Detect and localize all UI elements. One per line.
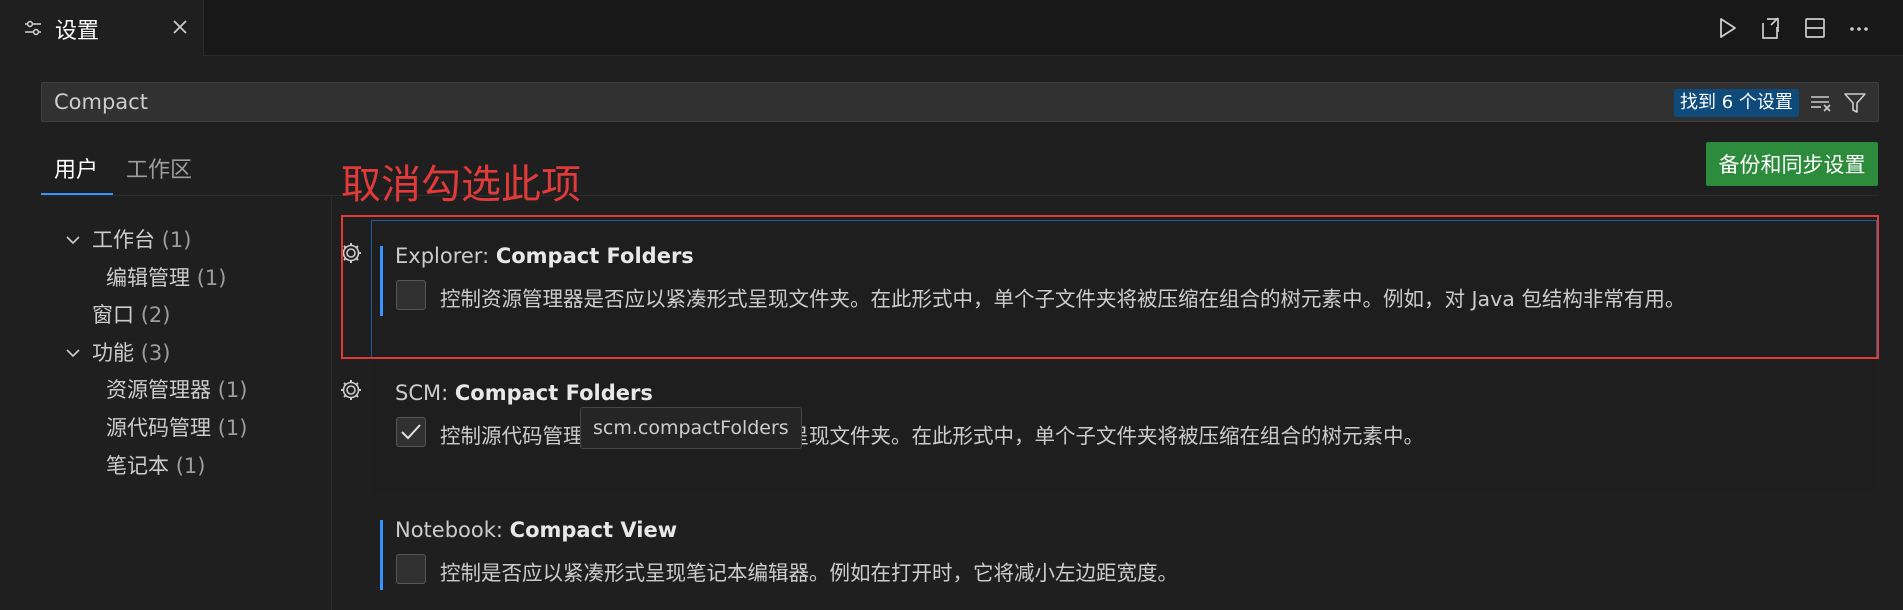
toc-label: 窗口 bbox=[92, 303, 134, 327]
toc-item-workbench[interactable]: 工作台 (1) bbox=[92, 226, 191, 254]
split-editor-icon[interactable] bbox=[1801, 14, 1829, 42]
setting-category: Notebook: bbox=[395, 518, 510, 542]
toc-item-window[interactable]: 窗口 (2) bbox=[92, 301, 170, 329]
clear-filter-icon[interactable] bbox=[1808, 90, 1834, 116]
close-icon[interactable] bbox=[168, 15, 192, 39]
setting-notebook-compact-view: Notebook: Compact View 控制是否应以紧凑形式呈现笔记本编辑… bbox=[370, 504, 1880, 604]
toc-count: (1) bbox=[196, 266, 227, 290]
setting-explorer-compact-folders: Explorer: Compact Folders 控制资源管理器是否应以紧凑形… bbox=[370, 230, 1880, 330]
filter-icon[interactable] bbox=[1842, 90, 1868, 116]
search-input[interactable] bbox=[52, 87, 1552, 117]
toc-item-notebook[interactable]: 笔记本 (1) bbox=[106, 452, 205, 480]
setting-description: 控制是否应以紧凑形式呈现笔记本编辑器。例如在打开时，它将减小左边距宽度。 bbox=[440, 561, 1178, 585]
toc-count: (1) bbox=[217, 378, 248, 402]
settings-tab[interactable]: 设置 bbox=[0, 0, 204, 56]
toc-item-scm[interactable]: 源代码管理 (1) bbox=[106, 414, 247, 442]
toc-item-features[interactable]: 功能 (3) bbox=[92, 339, 170, 367]
backup-sync-button[interactable]: 备份和同步设置 bbox=[1706, 142, 1878, 186]
setting-title: Explorer: Compact Folders bbox=[395, 244, 694, 268]
run-icon[interactable] bbox=[1713, 14, 1741, 42]
toc-count: (1) bbox=[175, 454, 206, 478]
setting-name: Compact Folders bbox=[495, 244, 694, 268]
toc-divider bbox=[331, 196, 332, 610]
chevron-down-icon[interactable] bbox=[64, 231, 82, 249]
tab-user[interactable]: 用户 bbox=[54, 152, 98, 184]
modified-indicator bbox=[380, 520, 383, 590]
setting-checkbox[interactable] bbox=[396, 280, 426, 310]
annotation-label: 取消勾选此项 bbox=[341, 162, 581, 208]
toc-count: (1) bbox=[217, 416, 248, 440]
toc-label: 笔记本 bbox=[106, 454, 169, 478]
tab-workspace[interactable]: 工作区 bbox=[126, 152, 192, 184]
chevron-down-icon[interactable] bbox=[64, 344, 82, 362]
open-json-icon[interactable] bbox=[1757, 14, 1785, 42]
toc-count: (3) bbox=[140, 341, 171, 365]
setting-category: Explorer: bbox=[395, 244, 496, 268]
divider bbox=[41, 195, 331, 196]
setting-title: Notebook: Compact View bbox=[395, 518, 677, 542]
setting-title: SCM: Compact Folders bbox=[395, 381, 653, 405]
toc-count: (2) bbox=[140, 303, 171, 327]
gear-icon[interactable] bbox=[338, 240, 364, 266]
toc-label: 功能 bbox=[92, 341, 134, 365]
toc-label: 源代码管理 bbox=[106, 416, 211, 440]
toc-count: (1) bbox=[161, 228, 192, 252]
settings-search-box: 找到 6 个设置 bbox=[41, 82, 1879, 122]
more-actions-icon[interactable] bbox=[1845, 14, 1873, 42]
modified-indicator bbox=[380, 246, 383, 316]
toc-label: 工作台 bbox=[92, 228, 155, 252]
setting-checkbox[interactable] bbox=[396, 417, 426, 447]
tab-title: 设置 bbox=[55, 19, 100, 44]
settings-sliders-icon bbox=[25, 20, 41, 36]
editor-tab-bar: 设置 bbox=[0, 0, 1903, 56]
setting-description: 控制资源管理器是否应以紧凑形式呈现文件夹。在此形式中，单个子文件夹将被压缩在组合… bbox=[440, 287, 1686, 311]
setting-checkbox[interactable] bbox=[396, 554, 426, 584]
toc-item-explorer[interactable]: 资源管理器 (1) bbox=[106, 376, 247, 404]
setting-category: SCM: bbox=[395, 381, 455, 405]
toc-label: 资源管理器 bbox=[106, 378, 211, 402]
setting-name: Compact Folders bbox=[454, 381, 653, 405]
toc-item-editor-management[interactable]: 编辑管理 (1) bbox=[106, 264, 226, 292]
setting-name: Compact View bbox=[509, 518, 678, 542]
toc-label: 编辑管理 bbox=[106, 266, 190, 290]
checkmark-icon bbox=[401, 424, 421, 440]
results-count-badge: 找到 6 个设置 bbox=[1674, 89, 1799, 117]
gear-icon[interactable] bbox=[338, 377, 364, 403]
setting-id-tooltip: scm.compactFolders bbox=[580, 407, 802, 449]
